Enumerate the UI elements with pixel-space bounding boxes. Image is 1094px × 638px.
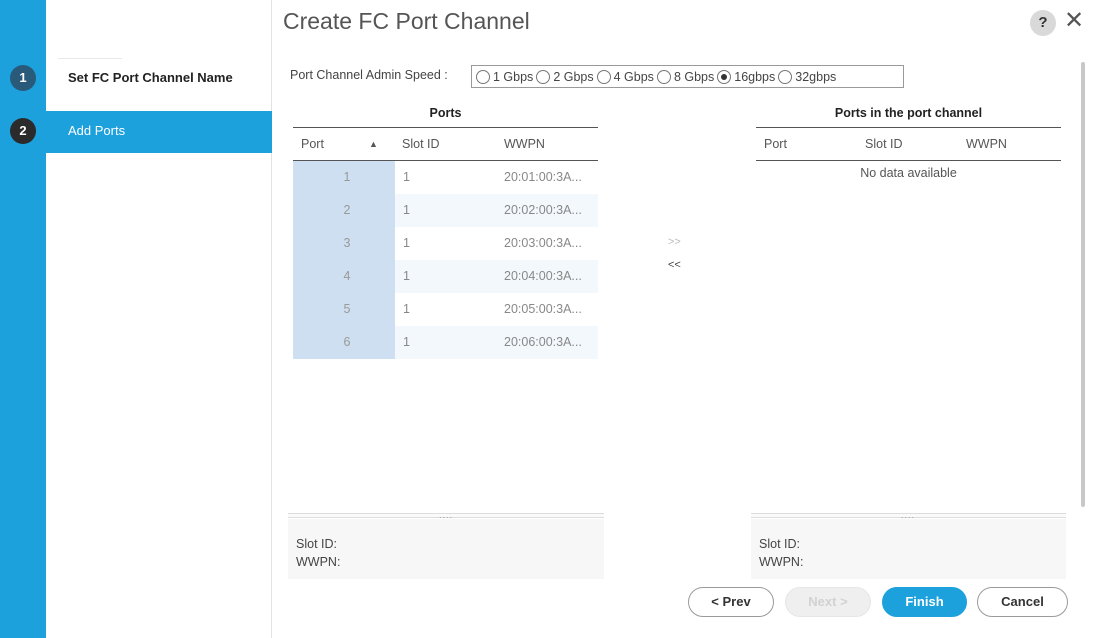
- speed-option-label: 16gbps: [734, 69, 776, 84]
- wwpn-cell: 20:06:00:3A...: [504, 335, 582, 349]
- dialog-scrollbar[interactable]: [1081, 62, 1085, 507]
- close-icon[interactable]: ✕: [1062, 9, 1086, 35]
- slot-cell: 1: [403, 302, 410, 316]
- right-wwpn-label: WWPN:: [759, 555, 804, 569]
- speed-option-4gbps[interactable]: 4 Gbps: [596, 69, 654, 84]
- wizard-step-rail: 1 2: [0, 0, 46, 638]
- column-wwpn[interactable]: WWPN: [966, 128, 1007, 160]
- speed-option-1gbps[interactable]: 1 Gbps: [476, 69, 534, 84]
- dialog-title: Create FC Port Channel: [283, 8, 530, 34]
- sort-ascending-icon[interactable]: ▲: [369, 128, 378, 160]
- step-list-divider: [58, 58, 122, 59]
- table-row[interactable]: 3 1 20:03:00:3A...: [293, 227, 598, 260]
- splitter-grip-icon: ....: [438, 510, 453, 520]
- speed-option-8gbps[interactable]: 8 Gbps: [656, 69, 715, 84]
- slot-cell: 1: [403, 335, 410, 349]
- step-set-fc-port-channel-name[interactable]: Set FC Port Channel Name: [46, 66, 272, 90]
- speed-option-16gbps[interactable]: 16gbps: [717, 69, 776, 84]
- speed-option-label: 1 Gbps: [493, 69, 534, 84]
- radio-icon[interactable]: [536, 69, 551, 84]
- speed-option-label: 4 Gbps: [613, 69, 654, 84]
- table-row[interactable]: 4 1 20:04:00:3A...: [293, 260, 598, 293]
- column-port[interactable]: Port: [764, 128, 787, 160]
- column-slot-id[interactable]: Slot ID: [865, 128, 903, 160]
- step-2-number: 2: [10, 118, 36, 144]
- left-slot-id-label: Slot ID:: [296, 537, 337, 551]
- remove-from-channel-button[interactable]: <<: [668, 259, 681, 271]
- channel-table-title: Ports in the port channel: [834, 106, 983, 120]
- port-cell: 6: [293, 326, 395, 359]
- ports-table-header: Port ▲ Slot ID WWPN: [293, 127, 598, 161]
- radio-selected-icon[interactable]: [717, 69, 732, 84]
- wwpn-cell: 20:05:00:3A...: [504, 302, 582, 316]
- speed-option-label: 32gbps: [795, 69, 837, 84]
- table-row[interactable]: 1 1 20:01:00:3A...: [293, 161, 598, 194]
- admin-speed-label: Port Channel Admin Speed :: [290, 68, 448, 82]
- help-icon[interactable]: ?: [1030, 10, 1056, 36]
- table-row[interactable]: 5 1 20:05:00:3A...: [293, 293, 598, 326]
- slot-cell: 1: [403, 236, 410, 250]
- splitter-grip-icon: ....: [900, 510, 915, 520]
- wizard-step-list: Set FC Port Channel Name Add Ports: [46, 0, 272, 638]
- step-add-ports[interactable]: Add Ports: [46, 111, 272, 153]
- port-cell: 2: [293, 194, 395, 227]
- radio-icon[interactable]: [596, 69, 611, 84]
- speed-option-2gbps[interactable]: 2 Gbps: [536, 69, 594, 84]
- slot-cell: 1: [403, 269, 410, 283]
- next-button[interactable]: Next >: [785, 587, 871, 617]
- add-to-channel-button[interactable]: >>: [668, 236, 681, 248]
- column-port[interactable]: Port: [301, 128, 324, 160]
- wwpn-cell: 20:03:00:3A...: [504, 236, 582, 250]
- slot-cell: 1: [403, 170, 410, 184]
- wwpn-cell: 20:02:00:3A...: [504, 203, 582, 217]
- admin-speed-radio-group: 1 Gbps 2 Gbps 4 Gbps 8 Gbps 16gbps 32gbp…: [471, 65, 904, 88]
- radio-icon[interactable]: [656, 69, 671, 84]
- radio-icon[interactable]: [778, 69, 793, 84]
- speed-option-32gbps[interactable]: 32gbps: [778, 69, 837, 84]
- step-1-number: 1: [10, 65, 36, 91]
- column-wwpn[interactable]: WWPN: [504, 128, 545, 160]
- cancel-button[interactable]: Cancel: [977, 587, 1068, 617]
- table-row[interactable]: 6 1 20:06:00:3A...: [293, 326, 598, 359]
- radio-icon[interactable]: [476, 69, 490, 84]
- left-wwpn-label: WWPN:: [296, 555, 341, 569]
- prev-button[interactable]: < Prev: [688, 587, 774, 617]
- port-cell: 5: [293, 293, 395, 326]
- wwpn-cell: 20:01:00:3A...: [504, 170, 582, 184]
- empty-table-message: No data available: [860, 166, 957, 180]
- speed-option-label: 8 Gbps: [673, 69, 715, 84]
- port-cell: 4: [293, 260, 395, 293]
- finish-button[interactable]: Finish: [882, 587, 967, 617]
- port-cell: 3: [293, 227, 395, 260]
- slot-cell: 1: [403, 203, 410, 217]
- wwpn-cell: 20:04:00:3A...: [504, 269, 582, 283]
- column-slot-id[interactable]: Slot ID: [402, 128, 440, 160]
- table-row[interactable]: 2 1 20:02:00:3A...: [293, 194, 598, 227]
- ports-table-title: Ports: [429, 106, 462, 120]
- channel-table-header: Port Slot ID WWPN: [756, 127, 1061, 161]
- right-slot-id-label: Slot ID:: [759, 537, 800, 551]
- speed-option-label: 2 Gbps: [553, 69, 594, 84]
- port-cell: 1: [293, 161, 395, 194]
